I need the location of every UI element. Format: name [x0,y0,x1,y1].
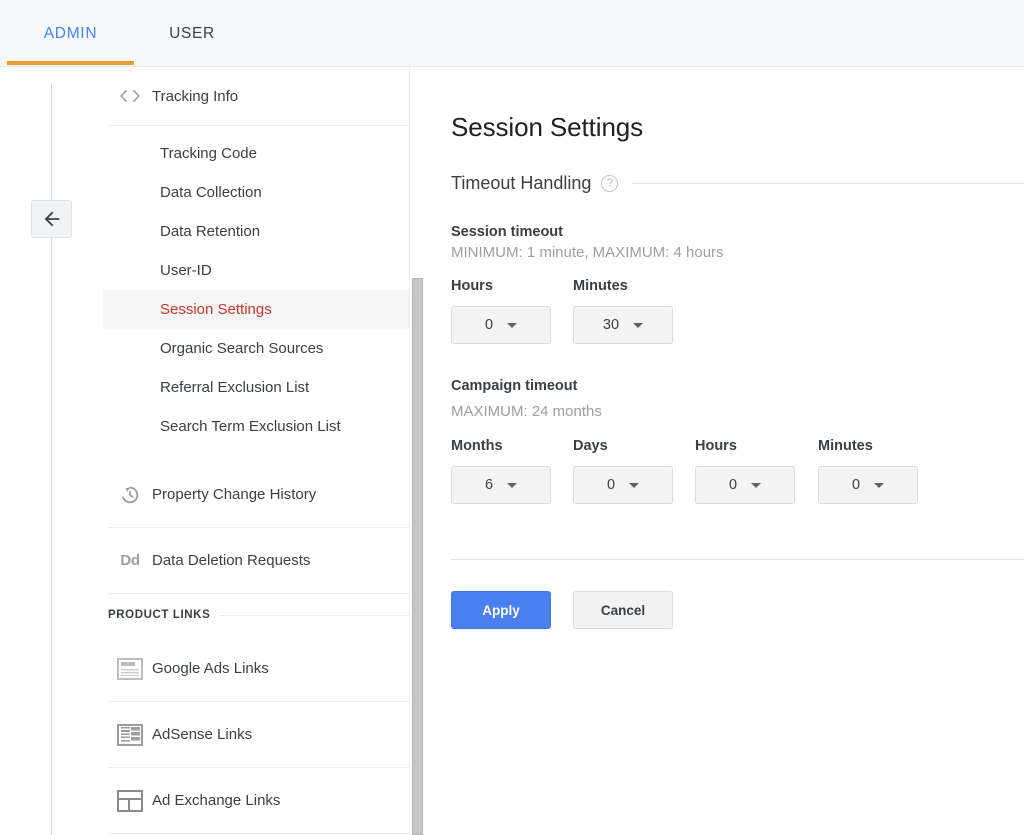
session-minutes-select[interactable]: 30 [573,306,673,344]
sidebar-item-label: Data Deletion Requests [152,552,311,569]
cancel-button-label: Cancel [600,602,646,618]
section-name: Timeout Handling [451,172,592,193]
session-minutes-label: Minutes [573,278,628,294]
campaign-months-value: 6 [484,477,494,493]
session-timeout-title: Session timeout [451,224,563,240]
sidebar-group-label: Tracking Info [152,87,239,105]
chevron-down-icon [751,482,762,488]
sidebar-scrollbar-thumb[interactable] [412,278,423,835]
campaign-timeout-hint: MAXIMUM: 24 months [451,403,602,420]
sidebar-item-label: User-ID [160,262,212,279]
tab-admin[interactable]: ADMIN [7,0,134,67]
sidebar-item-label: Property Change History [152,486,317,503]
active-tab-indicator [7,61,134,65]
sidebar-item-label: Organic Search Sources [160,340,324,357]
main-content: Session Settings Timeout Handling ? Sess… [426,67,1024,835]
sidebar-item-label: Referral Exclusion List [160,379,310,396]
tab-admin-label: ADMIN [43,24,98,42]
chevron-down-icon [874,482,885,488]
divider [451,559,1024,560]
ad-exchange-icon [108,789,152,812]
sidebar-item-label: AdSense Links [152,726,253,743]
sidebar-item-referral-exclusion-list[interactable]: Referral Exclusion List [103,368,409,407]
campaign-months-select[interactable]: 6 [451,466,551,504]
sidebar-item-label: Data Retention [160,223,261,240]
divider [632,182,1024,184]
sidebar-item-property-change-history[interactable]: Property Change History [103,462,409,527]
sidebar-item-organic-search-sources[interactable]: Organic Search Sources [103,329,409,368]
section-title: PRODUCT LINKS [108,609,220,621]
page-title: Session Settings [451,112,644,142]
sidebar-item-label: Google Ads Links [152,660,269,677]
section-header-timeout-handling: Timeout Handling ? [451,171,1024,195]
top-tab-bar: ADMIN USER [0,0,1024,67]
sidebar-item-ad-exchange-links[interactable]: Ad Exchange Links [103,768,409,833]
sidebar-item-label: Data Collection [160,184,262,201]
sidebar-item-label: Session Settings [160,301,272,318]
sidebar-item-data-collection[interactable]: Data Collection [103,173,409,212]
campaign-hours-value: 0 [728,477,738,493]
sidebar-item-search-term-exclusion-list[interactable]: Search Term Exclusion List [103,407,409,446]
rail-divider-line [51,84,52,835]
sidebar-item-adsense-links[interactable]: AdSense Links [103,702,409,767]
session-hours-label: Hours [451,278,493,294]
chevron-down-icon [629,482,640,488]
tab-user-label: USER [169,24,215,42]
sidebar-section-product-links: PRODUCT LINKS [103,594,409,636]
chevron-down-icon [507,482,518,488]
chevron-down-icon [507,322,518,328]
sidebar-item-session-settings[interactable]: Session Settings [103,290,409,329]
sidebar-item-label: Ad Exchange Links [152,792,281,809]
sidebar-item-google-ads-links[interactable]: Google Ads Links [103,636,409,701]
adsense-icon [108,723,152,746]
arrow-left-icon [41,208,63,230]
apply-button-label: Apply [482,602,520,618]
session-hours-select[interactable]: 0 [451,306,551,344]
sidebar-nav: Tracking Info Tracking Code Data Collect… [103,67,409,835]
dd-icon: Dd [120,552,140,569]
sidebar-item-user-id[interactable]: User-ID [103,251,409,290]
campaign-days-value: 0 [606,477,616,493]
sidebar-group-tracking-info[interactable]: Tracking Info [103,67,409,125]
chevron-down-icon [633,322,644,328]
admin-page: ADMIN USER Tracking Info Tracking Code D… [0,0,1024,835]
session-minutes-value: 30 [602,317,620,333]
sidebar-item-tracking-code[interactable]: Tracking Code [103,134,409,173]
divider [108,833,409,834]
campaign-timeout-title: Campaign timeout [451,378,578,394]
campaign-minutes-label: Minutes [818,438,873,454]
history-clock-icon [108,484,152,506]
campaign-days-select[interactable]: 0 [573,466,673,504]
session-timeout-hint: MINIMUM: 1 minute, MAXIMUM: 4 hours [451,244,724,261]
code-brackets-icon [108,88,152,104]
collapse-back-button[interactable] [31,200,72,238]
campaign-hours-label: Hours [695,438,737,454]
help-circle-icon[interactable]: ? [601,174,619,192]
sidebar-item-data-deletion-requests[interactable]: Dd Data Deletion Requests [103,528,409,593]
campaign-hours-select[interactable]: 0 [695,466,795,504]
sidebar-item-label: Tracking Code [160,145,257,162]
campaign-days-label: Days [573,438,608,454]
apply-button[interactable]: Apply [451,591,551,629]
left-rail [0,67,103,835]
cancel-button[interactable]: Cancel [573,591,673,629]
campaign-minutes-value: 0 [851,477,861,493]
google-ads-icon [108,657,152,680]
session-hours-value: 0 [484,317,494,333]
tab-user[interactable]: USER [142,0,242,67]
sidebar-item-data-retention[interactable]: Data Retention [103,212,409,251]
sidebar-item-label: Search Term Exclusion List [160,418,341,435]
campaign-minutes-select[interactable]: 0 [818,466,918,504]
campaign-months-label: Months [451,438,503,454]
